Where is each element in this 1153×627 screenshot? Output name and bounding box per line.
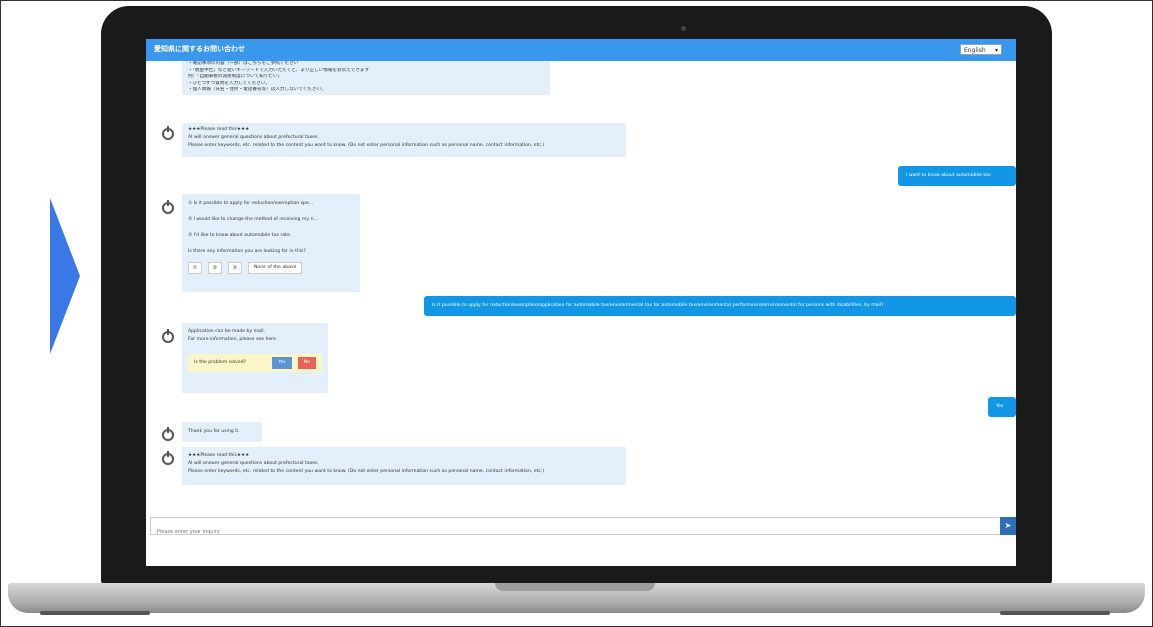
laptop-notch bbox=[495, 583, 655, 591]
bot-avatar-icon bbox=[162, 126, 174, 140]
option-button-2[interactable]: ② bbox=[208, 262, 222, 274]
message-input-bar bbox=[150, 517, 1002, 541]
option-item[interactable]: ① Is it possible to apply for reduction/… bbox=[188, 200, 354, 208]
notice-line: Please enter keywords, etc. related to t… bbox=[188, 143, 545, 148]
option-button-1[interactable]: ① bbox=[188, 262, 202, 274]
answer-line: For more information, please see here. bbox=[188, 337, 278, 342]
notice-title: ★★★Please read this★★★ bbox=[188, 453, 250, 458]
app-header: 愛知県に関するお問い合わせ English ▾ bbox=[146, 39, 1016, 61]
options-prompt: Is there any information you are looking… bbox=[188, 249, 306, 254]
laptop-foot-left bbox=[40, 611, 150, 615]
survey-question: Is the problem solved? bbox=[194, 360, 247, 365]
language-select[interactable]: English ▾ bbox=[960, 44, 1002, 55]
bot-message-notice: ★★★Please read this★★★ AI will answer ge… bbox=[182, 447, 626, 485]
bot-avatar-icon bbox=[162, 200, 174, 214]
send-button[interactable]: ➤ bbox=[1000, 517, 1016, 535]
app-screen: 愛知県に関するお問い合わせ English ▾ ・確認事項の内容（一部）はこちら… bbox=[146, 39, 1016, 566]
yes-button[interactable]: Yes bbox=[272, 357, 292, 369]
option-item[interactable]: ③ I'd like to know about automobile tax … bbox=[188, 232, 354, 240]
user-message: I want to know about automobile tax bbox=[898, 166, 1016, 186]
intro-line: ・個人情報（氏名・住所・電話番号等）は入力しないでください。 bbox=[188, 87, 326, 92]
bot-message-answer: Application can be made by mail. For mor… bbox=[182, 323, 328, 393]
bot-message-notice: ★★★Please read this★★★ AI will answer ge… bbox=[182, 123, 626, 157]
camera-icon bbox=[681, 26, 686, 31]
user-message: Is it possible to apply for reduction/ex… bbox=[424, 296, 1016, 316]
bot-avatar-icon bbox=[162, 427, 174, 441]
survey-box: Is the problem solved? Yes No bbox=[188, 354, 322, 372]
notice-line: Please enter keywords, etc. related to t… bbox=[188, 469, 545, 474]
chat-area[interactable]: ・確認事項の内容（一部）はこちらをご参照ください ・「税金申告」など短いキーワー… bbox=[146, 61, 1016, 511]
option-button-row: ① ② ③ None of the above bbox=[188, 262, 354, 274]
send-icon: ➤ bbox=[1004, 521, 1012, 530]
pointer-arrow-icon bbox=[50, 198, 80, 354]
none-of-above-button[interactable]: None of the above bbox=[248, 262, 303, 274]
notice-line: AI will answer general questions about p… bbox=[188, 135, 319, 140]
thanks-text: Thank you for using it. bbox=[188, 429, 240, 434]
chevron-down-icon: ▾ bbox=[994, 47, 998, 54]
answer-line: Application can be made by mail. bbox=[188, 329, 265, 334]
user-message: Yes bbox=[988, 397, 1016, 417]
message-input[interactable] bbox=[151, 523, 979, 541]
bot-message-intro: ・確認事項の内容（一部）はこちらをご参照ください ・「税金申告」など短いキーワー… bbox=[182, 61, 550, 95]
laptop-foot-right bbox=[1000, 611, 1110, 615]
option-item[interactable]: ② I would like to change the method of r… bbox=[188, 216, 354, 224]
option-button-3[interactable]: ③ bbox=[228, 262, 242, 274]
language-value: English bbox=[964, 47, 986, 54]
bot-message-options: ① Is it possible to apply for reduction/… bbox=[182, 194, 360, 292]
bot-message-thanks: Thank you for using it. bbox=[182, 422, 262, 442]
bot-avatar-icon bbox=[162, 329, 174, 343]
notice-title: ★★★Please read this★★★ bbox=[188, 127, 250, 132]
no-button[interactable]: No bbox=[297, 357, 316, 369]
app-title: 愛知県に関するお問い合わせ bbox=[154, 45, 245, 53]
notice-line: AI will answer general questions about p… bbox=[188, 461, 319, 466]
bot-avatar-icon bbox=[162, 451, 174, 465]
